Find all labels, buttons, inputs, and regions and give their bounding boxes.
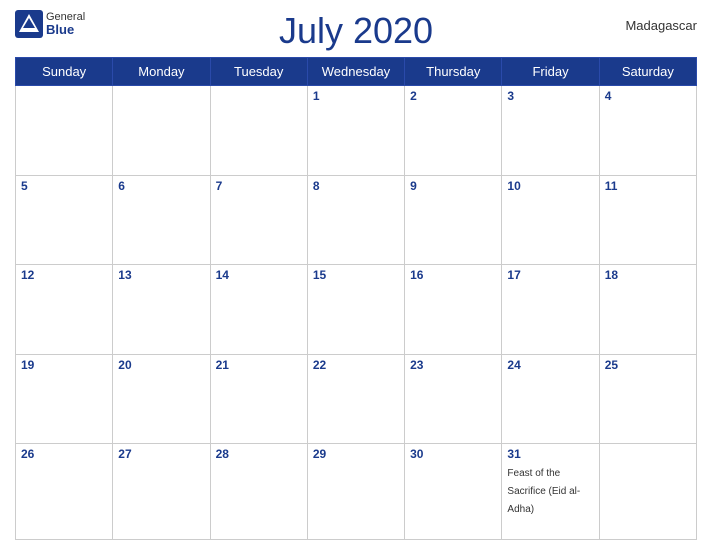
day-number: 14 — [216, 268, 302, 282]
day-number: 27 — [118, 447, 204, 461]
logo-text: General Blue — [46, 11, 85, 37]
header-sunday: Sunday — [16, 58, 113, 86]
event-text: Feast of the Sacrifice (Eid al-Adha) — [507, 468, 580, 515]
calendar-cell — [210, 86, 307, 176]
calendar-cell: 21 — [210, 354, 307, 444]
calendar-cell: 6 — [113, 175, 210, 265]
calendar-cell: 23 — [405, 354, 502, 444]
calendar-cell: 7 — [210, 175, 307, 265]
calendar-cell: 31 Feast of the Sacrifice (Eid al-Adha) — [502, 444, 599, 540]
calendar-cell: 12 — [16, 265, 113, 355]
day-number: 26 — [21, 447, 107, 461]
calendar-cell: 30 — [405, 444, 502, 540]
day-number: 28 — [216, 447, 302, 461]
calendar-cell: 16 — [405, 265, 502, 355]
calendar-title: July 2020 — [279, 10, 433, 52]
day-number: 11 — [605, 179, 691, 193]
day-number: 20 — [118, 358, 204, 372]
calendar-cell: 29 — [307, 444, 404, 540]
day-number: 17 — [507, 268, 593, 282]
day-number: 13 — [118, 268, 204, 282]
day-number: 30 — [410, 447, 496, 461]
calendar-cell — [113, 86, 210, 176]
calendar-cell: 5 — [16, 175, 113, 265]
header-tuesday: Tuesday — [210, 58, 307, 86]
calendar-cell: 19 — [16, 354, 113, 444]
header-friday: Friday — [502, 58, 599, 86]
calendar-cell — [16, 86, 113, 176]
header-thursday: Thursday — [405, 58, 502, 86]
calendar-header: General Blue July 2020 Madagascar — [15, 10, 697, 52]
logo: General Blue — [15, 10, 85, 38]
day-number: 1 — [313, 89, 399, 103]
day-number: 9 — [410, 179, 496, 193]
day-number: 21 — [216, 358, 302, 372]
day-number: 7 — [216, 179, 302, 193]
day-number: 18 — [605, 268, 691, 282]
calendar-cell — [599, 444, 696, 540]
day-number: 2 — [410, 89, 496, 103]
day-number: 5 — [21, 179, 107, 193]
calendar-cell: 13 — [113, 265, 210, 355]
calendar-cell: 15 — [307, 265, 404, 355]
calendar-cell: 25 — [599, 354, 696, 444]
day-number: 19 — [21, 358, 107, 372]
calendar-cell: 14 — [210, 265, 307, 355]
week-row-1: 56789 10 11 — [16, 175, 697, 265]
day-number: 3 — [507, 89, 593, 103]
header-monday: Monday — [113, 58, 210, 86]
day-number: 15 — [313, 268, 399, 282]
calendar-cell: 11 — [599, 175, 696, 265]
calendar-cell: 28 — [210, 444, 307, 540]
country-label: Madagascar — [625, 18, 697, 33]
logo-icon — [15, 10, 43, 38]
weekday-header-row: Sunday Monday Tuesday Wednesday Thursday… — [16, 58, 697, 86]
calendar-cell: 17 — [502, 265, 599, 355]
calendar-cell: 18 — [599, 265, 696, 355]
calendar-cell: 22 — [307, 354, 404, 444]
week-row-0: 1234 — [16, 86, 697, 176]
header-wednesday: Wednesday — [307, 58, 404, 86]
logo-blue: Blue — [46, 23, 85, 37]
calendar-cell: 8 — [307, 175, 404, 265]
calendar-table: Sunday Monday Tuesday Wednesday Thursday… — [15, 57, 697, 540]
day-number: 4 — [605, 89, 691, 103]
calendar-cell: 1 — [307, 86, 404, 176]
day-number: 23 — [410, 358, 496, 372]
day-number: 25 — [605, 358, 691, 372]
calendar-cell: 20 — [113, 354, 210, 444]
calendar-cell: 10 — [502, 175, 599, 265]
calendar-cell: 2 — [405, 86, 502, 176]
header-saturday: Saturday — [599, 58, 696, 86]
calendar-wrapper: General Blue July 2020 Madagascar Sunday… — [0, 0, 712, 550]
day-number: 6 — [118, 179, 204, 193]
day-number: 22 — [313, 358, 399, 372]
calendar-cell: 26 — [16, 444, 113, 540]
day-number: 31 — [507, 447, 593, 461]
week-row-3: 19 20 21 22 23 24 25 — [16, 354, 697, 444]
week-row-2: 12 13 14 15 16 17 18 — [16, 265, 697, 355]
calendar-cell: 3 — [502, 86, 599, 176]
day-number: 29 — [313, 447, 399, 461]
day-number: 8 — [313, 179, 399, 193]
calendar-cell: 9 — [405, 175, 502, 265]
day-number: 10 — [507, 179, 593, 193]
calendar-cell: 4 — [599, 86, 696, 176]
calendar-cell: 27 — [113, 444, 210, 540]
day-number: 16 — [410, 268, 496, 282]
week-row-4: 26 27 28 29 30 31 Feast of the Sacrifice (Eid … — [16, 444, 697, 540]
day-number: 24 — [507, 358, 593, 372]
day-number: 12 — [21, 268, 107, 282]
calendar-cell: 24 — [502, 354, 599, 444]
